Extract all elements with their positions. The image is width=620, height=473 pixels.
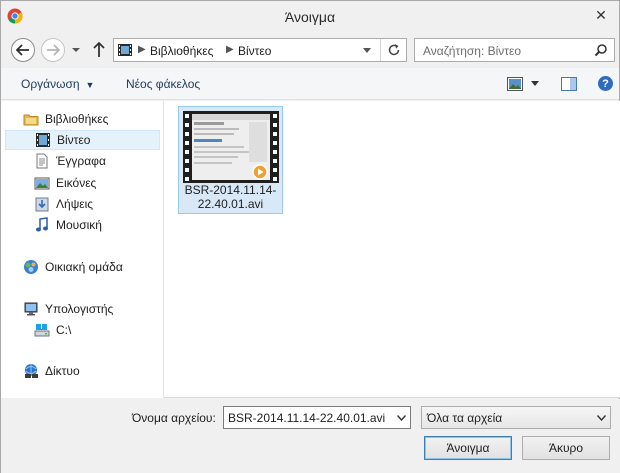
back-button[interactable] bbox=[11, 38, 35, 62]
libraries-icon bbox=[23, 114, 39, 126]
sidebar-item-label: Εικόνες bbox=[56, 176, 97, 190]
computer-icon bbox=[24, 302, 38, 316]
dialog-footer: Όνομα αρχείου: BSR-2014.11.14-22.40.01.a… bbox=[1, 399, 620, 473]
close-icon: ✕ bbox=[595, 6, 607, 23]
title-bar: Άνοιγμα ✕ bbox=[1, 1, 619, 33]
music-icon bbox=[36, 217, 48, 232]
chevron-down-icon[interactable] bbox=[397, 415, 406, 421]
navigation-bar: ▶ Βιβλιοθήκες ▶ Βίντεο Αναζήτηση: Βίντεο bbox=[1, 33, 619, 67]
sidebar-item-pictures[interactable]: Εικόνες bbox=[34, 173, 161, 193]
address-dropdown-icon[interactable] bbox=[362, 47, 372, 55]
search-input[interactable]: Αναζήτηση: Βίντεο bbox=[414, 38, 615, 62]
sidebar-item-network[interactable]: Δίκτυο bbox=[23, 361, 161, 381]
breadcrumb-libraries[interactable]: Βιβλιοθήκες bbox=[150, 44, 213, 58]
network-icon bbox=[25, 364, 38, 378]
file-item[interactable]: BSR-2014.11.14-22.40.01.avi bbox=[178, 106, 283, 214]
sidebar-item-videos[interactable]: Βίντεο bbox=[5, 130, 160, 150]
close-button[interactable]: ✕ bbox=[589, 5, 613, 25]
forward-button[interactable] bbox=[41, 38, 65, 62]
forward-arrow-icon bbox=[47, 44, 60, 56]
sidebar-item-computer[interactable]: Υπολογιστής bbox=[23, 299, 161, 319]
navigation-pane: Βιβλιοθήκες Βίντεο Έγγραφα Εικόνες Λήψει… bbox=[1, 101, 164, 398]
open-button[interactable]: Άνοιγμα bbox=[424, 436, 512, 460]
sidebar-item-label: Λήψεις bbox=[56, 197, 94, 211]
refresh-button[interactable] bbox=[380, 39, 406, 61]
sidebar-item-libraries[interactable]: Βιβλιοθήκες bbox=[23, 109, 161, 129]
pictures-icon bbox=[34, 177, 50, 190]
change-view-icon[interactable] bbox=[507, 77, 523, 91]
file-list: BSR-2014.11.14-22.40.01.avi bbox=[165, 101, 620, 398]
sidebar-item-label: Βίντεο bbox=[57, 133, 91, 147]
sidebar-item-documents[interactable]: Έγγραφα bbox=[34, 151, 161, 171]
sidebar-item-downloads[interactable]: Λήψεις bbox=[34, 194, 161, 214]
preview-pane-icon[interactable] bbox=[561, 77, 577, 91]
content-area: Βιβλιοθήκες Βίντεο Έγγραφα Εικόνες Λήψει… bbox=[1, 101, 620, 398]
sidebar-item-label: Έγγραφα bbox=[56, 154, 106, 168]
filename-value: BSR-2014.11.14-22.40.01.avi bbox=[228, 411, 386, 425]
sidebar-item-label: Μουσική bbox=[56, 218, 102, 232]
video-icon bbox=[36, 133, 50, 147]
sidebar-item-label: Βιβλιοθήκες bbox=[45, 112, 109, 126]
organize-label: Οργάνωση bbox=[21, 77, 80, 91]
refresh-icon bbox=[388, 44, 399, 56]
filetype-select[interactable]: Όλα τα αρχεία bbox=[421, 406, 611, 429]
open-file-dialog: Άνοιγμα ✕ ▶ Βιβλιοθήκες ▶ Βίντεο Αναζήτη… bbox=[0, 0, 620, 473]
sidebar-item-label: Υπολογιστής bbox=[45, 302, 114, 316]
new-folder-button[interactable]: Νέος φάκελος bbox=[126, 77, 200, 91]
up-arrow-icon[interactable] bbox=[91, 41, 107, 59]
filename-input[interactable]: BSR-2014.11.14-22.40.01.avi bbox=[223, 406, 411, 429]
sidebar-item-homegroup[interactable]: Οικιακή ομάδα bbox=[23, 257, 161, 277]
sidebar-item-label: C:\ bbox=[56, 323, 72, 337]
filename-label: Όνομα αρχείου: bbox=[132, 411, 216, 425]
breadcrumb-separator-icon[interactable]: ▶ bbox=[138, 44, 146, 55]
video-library-icon bbox=[118, 44, 132, 56]
drive-icon bbox=[34, 324, 50, 337]
documents-icon bbox=[36, 153, 48, 169]
breadcrumb-separator-icon[interactable]: ▶ bbox=[226, 44, 234, 55]
chevron-down-icon[interactable] bbox=[597, 415, 606, 421]
address-bar[interactable]: ▶ Βιβλιοθήκες ▶ Βίντεο bbox=[113, 38, 407, 62]
homegroup-icon bbox=[24, 260, 38, 274]
view-dropdown-icon[interactable] bbox=[531, 81, 539, 87]
sidebar-item-label: Δίκτυο bbox=[45, 364, 80, 378]
back-arrow-icon bbox=[16, 44, 29, 56]
command-bar: Οργάνωση ▼ Νέος φάκελος ? bbox=[1, 68, 619, 100]
breadcrumb-videos[interactable]: Βίντεο bbox=[238, 44, 271, 58]
help-icon[interactable]: ? bbox=[598, 76, 613, 91]
organize-button[interactable]: Οργάνωση ▼ bbox=[21, 77, 94, 91]
video-thumbnail-icon bbox=[183, 111, 279, 183]
search-placeholder: Αναζήτηση: Βίντεο bbox=[423, 44, 522, 58]
sidebar-item-label: Οικιακή ομάδα bbox=[45, 260, 123, 274]
window-title: Άνοιγμα bbox=[284, 9, 336, 25]
sidebar-item-c-drive[interactable]: C:\ bbox=[34, 320, 161, 340]
filetype-value: Όλα τα αρχεία bbox=[427, 411, 503, 425]
cancel-button[interactable]: Άκυρο bbox=[522, 436, 610, 460]
recent-locations-dropdown-icon[interactable] bbox=[71, 45, 81, 55]
downloads-icon bbox=[35, 197, 49, 212]
sidebar-item-music[interactable]: Μουσική bbox=[34, 215, 161, 235]
search-icon[interactable] bbox=[594, 43, 608, 57]
file-name: BSR-2014.11.14-22.40.01.avi bbox=[184, 183, 277, 211]
chevron-down-icon: ▼ bbox=[85, 80, 95, 90]
